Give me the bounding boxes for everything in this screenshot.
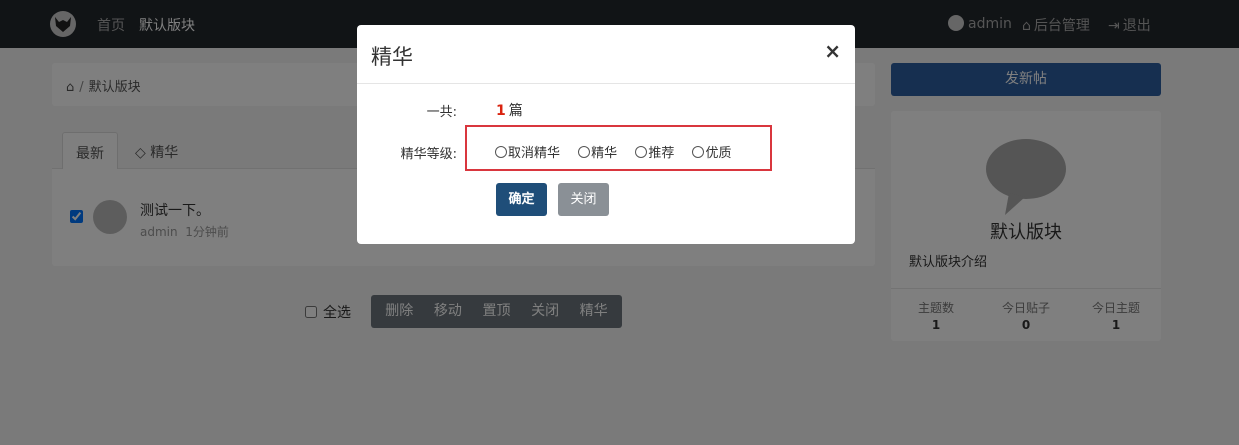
close-button[interactable]: 关闭	[558, 183, 609, 216]
radio-circle[interactable]	[578, 146, 591, 158]
radio-circle[interactable]	[495, 146, 507, 158]
radio-circle[interactable]	[635, 146, 648, 158]
radio-recommend[interactable]: 推荐	[635, 142, 674, 161]
digest-level-options: 取消精华 精华 推荐 优质	[495, 142, 745, 161]
radio-label: 推荐	[648, 146, 675, 161]
digest-modal: 精华 × 一共: 1篇 精华等级: 取消精华 精华 推荐 优质 确定 关闭	[357, 25, 855, 244]
radio-circle[interactable]	[692, 146, 705, 158]
radio-label: 取消精华	[508, 146, 561, 161]
level-label: 精华等级:	[400, 147, 457, 162]
modal-header: 精华 ×	[357, 25, 855, 84]
radio-digest[interactable]: 精华	[578, 142, 617, 161]
radio-label: 优质	[705, 146, 732, 161]
radio-label: 精华	[591, 146, 618, 161]
radio-quality[interactable]: 优质	[692, 142, 731, 161]
modal-close-icon[interactable]: ×	[824, 39, 841, 63]
radio-cancel-digest[interactable]: 取消精华	[495, 142, 560, 161]
modal-title: 精华	[371, 45, 413, 69]
total-unit: 篇	[508, 103, 523, 119]
total-value: 1篇	[496, 100, 523, 120]
total-label: 一共:	[426, 105, 457, 120]
total-count: 1	[496, 103, 506, 119]
confirm-button[interactable]: 确定	[496, 183, 547, 216]
